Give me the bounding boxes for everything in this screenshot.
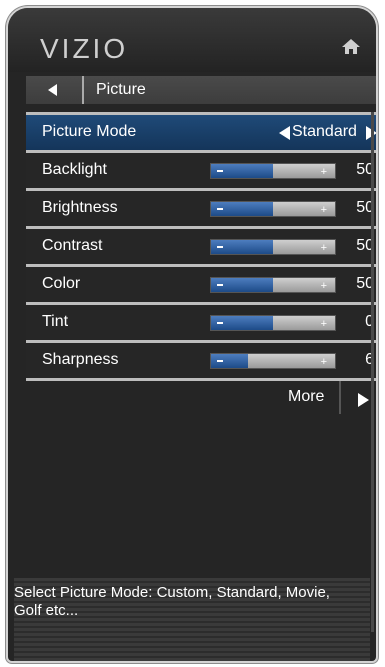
scrollbar[interactable] (371, 112, 374, 632)
setting-label: Sharpness (42, 351, 119, 368)
contrast-slider[interactable]: + (210, 239, 336, 255)
setting-label: Brightness (42, 199, 118, 216)
setting-label: Contrast (42, 237, 103, 254)
help-text: Select Picture Mode: Custom, Standard, M… (14, 584, 330, 619)
minus-icon (217, 208, 223, 210)
breadcrumb-bar: Picture (26, 76, 376, 104)
minus-icon (217, 322, 223, 324)
setting-label: Color (42, 275, 81, 292)
sharpness-slider[interactable]: + (210, 353, 336, 369)
settings-list: Picture Mode Standard Backlight + 50 Bri… (26, 112, 376, 378)
picture-mode-label: Picture Mode (42, 123, 137, 140)
more-label: More (288, 388, 325, 405)
brightness-slider[interactable]: + (210, 201, 336, 217)
plus-icon: + (320, 280, 327, 292)
page-title: Picture (96, 81, 146, 98)
picture-mode-value: Standard (292, 123, 357, 140)
right-arrow-icon (358, 393, 369, 407)
brightness-row[interactable]: Brightness + 50 (26, 188, 376, 226)
more-button[interactable]: More (26, 378, 376, 414)
minus-icon (217, 360, 223, 362)
settings-panel: VIZIO Picture Picture Mode Standard Back… (6, 6, 378, 663)
minus-icon (217, 246, 223, 248)
help-area: Select Picture Mode: Custom, Standard, M… (14, 578, 370, 661)
plus-icon: + (320, 318, 327, 330)
back-button[interactable] (26, 76, 84, 104)
contrast-row[interactable]: Contrast + 50 (26, 226, 376, 264)
divider (339, 381, 341, 414)
left-arrow-icon[interactable] (279, 126, 290, 140)
plus-icon: + (320, 166, 327, 178)
tint-row[interactable]: Tint + 0 (26, 302, 376, 340)
tint-slider[interactable]: + (210, 315, 336, 331)
header: VIZIO (8, 8, 376, 72)
plus-icon: + (320, 204, 327, 216)
picture-mode-row[interactable]: Picture Mode Standard (26, 112, 376, 150)
plus-icon: + (320, 242, 327, 254)
sharpness-row[interactable]: Sharpness + 6 (26, 340, 376, 378)
setting-label: Backlight (42, 161, 107, 178)
backlight-slider[interactable]: + (210, 163, 336, 179)
vizio-logo: VIZIO (40, 33, 129, 64)
home-icon[interactable] (340, 36, 362, 58)
plus-icon: + (320, 356, 327, 368)
setting-label: Tint (42, 313, 69, 330)
color-row[interactable]: Color + 50 (26, 264, 376, 302)
color-slider[interactable]: + (210, 277, 336, 293)
backlight-row[interactable]: Backlight + 50 (26, 150, 376, 188)
minus-icon (217, 284, 223, 286)
minus-icon (217, 170, 223, 172)
back-arrow-icon (48, 84, 57, 96)
